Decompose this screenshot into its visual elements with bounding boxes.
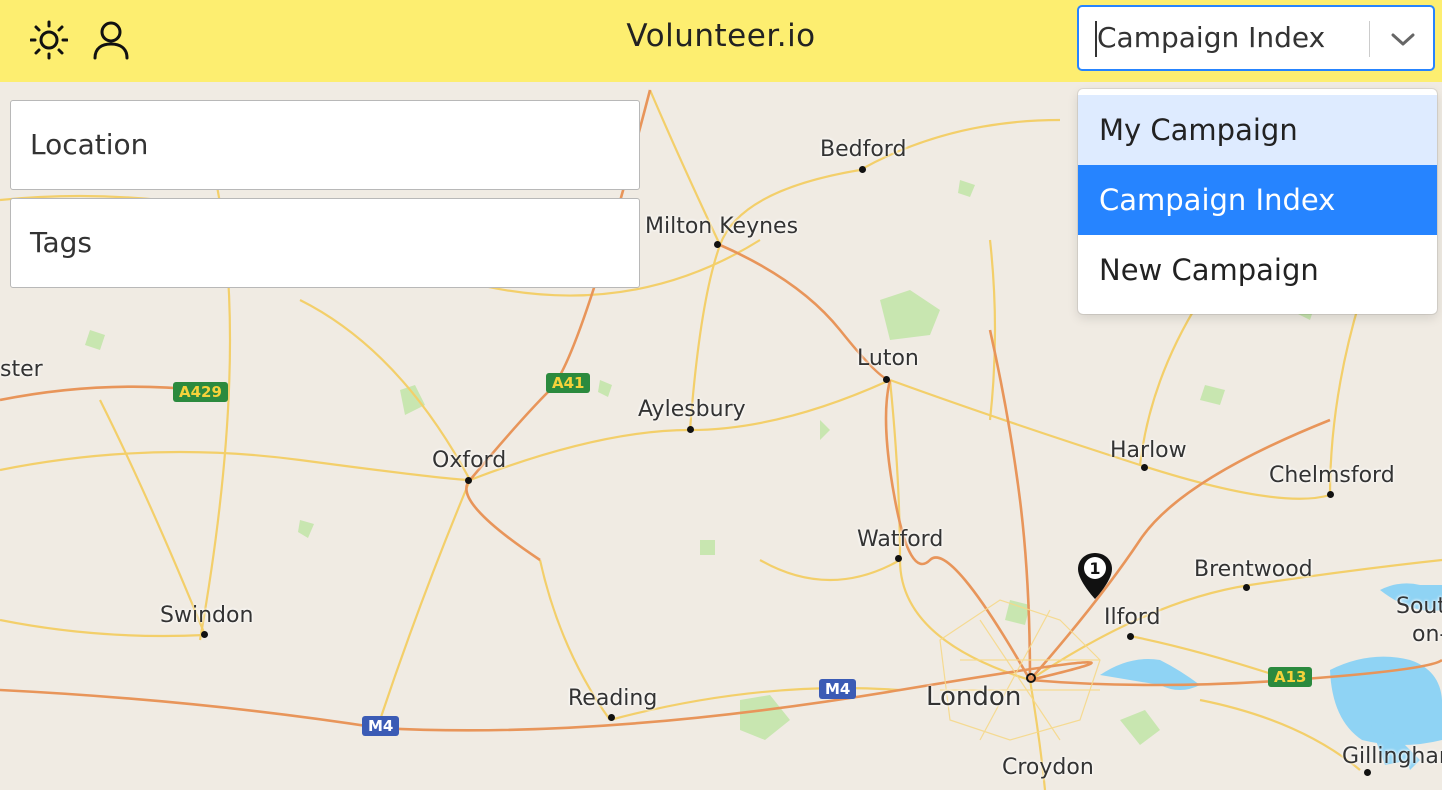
place-label-harlow: Harlow — [1110, 438, 1187, 463]
town-dot — [1327, 491, 1334, 498]
app-header: Volunteer.io Campaign Index — [0, 0, 1442, 82]
place-label-partial-southend: Sout — [1396, 594, 1442, 619]
option-my-campaign[interactable]: My Campaign — [1078, 95, 1437, 165]
town-dot — [1364, 769, 1371, 776]
campaign-dropdown-menu: My Campaign Campaign Index New Campaign — [1078, 89, 1437, 314]
place-label-gillingham: Gillingham — [1342, 744, 1442, 769]
place-label-croydon: Croydon — [1002, 755, 1094, 780]
place-label-watford: Watford — [857, 527, 944, 552]
town-dot — [1243, 584, 1250, 591]
place-label-luton: Luton — [857, 346, 919, 371]
town-dot — [859, 166, 866, 173]
location-placeholder: Location — [30, 128, 149, 161]
place-label-milton-keynes: Milton Keynes — [645, 214, 799, 239]
place-label-brentwood: Brentwood — [1194, 557, 1313, 582]
town-dot — [201, 631, 208, 638]
place-label-chelmsford: Chelmsford — [1269, 463, 1395, 488]
place-label-ilford: Ilford — [1104, 605, 1161, 630]
road-shield-a41: A41 — [546, 373, 591, 393]
town-dot — [687, 426, 694, 433]
capital-marker — [1026, 673, 1036, 683]
town-dot — [714, 241, 721, 248]
place-label-swindon: Swindon — [160, 603, 254, 628]
town-dot — [895, 555, 902, 562]
option-campaign-index[interactable]: Campaign Index — [1078, 165, 1437, 235]
town-dot — [608, 714, 615, 721]
place-label-oxford: Oxford — [432, 448, 507, 473]
location-input[interactable]: Location — [10, 100, 640, 190]
road-shield-a429: A429 — [173, 382, 228, 402]
campaign-select[interactable]: Campaign Index — [1077, 5, 1435, 71]
campaign-select-value: Campaign Index — [1097, 21, 1326, 54]
place-label-aylesbury: Aylesbury — [638, 397, 746, 422]
road-shield-a13: A13 — [1268, 667, 1313, 687]
tags-input[interactable]: Tags — [10, 198, 640, 288]
road-shield-m4-west: M4 — [362, 716, 400, 736]
town-dot — [465, 477, 472, 484]
option-new-campaign[interactable]: New Campaign — [1078, 235, 1437, 305]
place-label-partial-west: ster — [0, 357, 43, 382]
marker-count: 1 — [1089, 559, 1100, 578]
dropdown-toggle[interactable] — [1383, 23, 1423, 55]
chevron-down-icon — [1391, 33, 1415, 46]
town-dot — [883, 376, 890, 383]
place-label-bedford: Bedford — [820, 137, 907, 162]
place-label-london: London — [926, 682, 1022, 712]
place-label-reading: Reading — [568, 686, 658, 711]
map-pin-icon: 1 — [1078, 553, 1112, 599]
road-shield-m4-east: M4 — [819, 679, 857, 699]
place-label-partial-southend-2: on- — [1412, 622, 1442, 647]
select-separator — [1369, 21, 1370, 57]
town-dot — [1141, 464, 1148, 471]
tags-placeholder: Tags — [30, 226, 92, 259]
town-dot — [1127, 633, 1134, 640]
campaign-map-marker[interactable]: 1 — [1076, 553, 1114, 683]
